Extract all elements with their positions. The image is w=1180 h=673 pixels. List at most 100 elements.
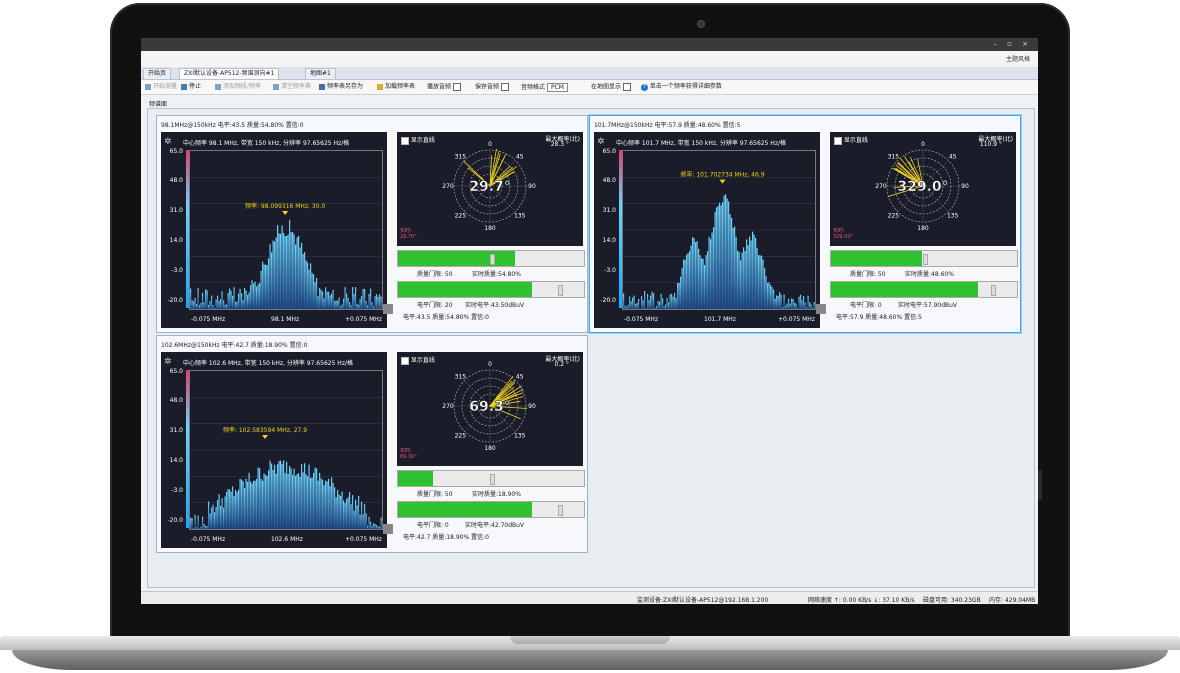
slider-knob[interactable] <box>558 285 563 296</box>
x-label-center: 102.6 MHz <box>271 536 303 543</box>
spectrum-view[interactable]: ✲ 中心频率 102.6 MHz, 带宽 150 kHz, 分辨率 97.656… <box>161 352 393 548</box>
spectrum-bar <box>316 468 318 529</box>
spectrum-bar <box>242 481 244 529</box>
spectrum-bar <box>813 302 815 309</box>
spectrum-bar <box>365 300 367 309</box>
quality-gate-slider[interactable] <box>830 250 1018 267</box>
polar-angle-label: 135 <box>514 213 526 220</box>
slider-knob[interactable] <box>923 254 928 265</box>
spectrum-bar <box>347 297 349 309</box>
spectrum-bar <box>353 293 355 309</box>
show-line-checkbox[interactable] <box>834 136 842 145</box>
clear-freq-button[interactable]: 清空频率表 <box>273 83 311 91</box>
settings-icon[interactable]: ✲ <box>164 137 172 147</box>
panel-footer: 电平:57.9 质量:48.60% 置信:5 <box>836 314 922 321</box>
marker-icon[interactable] <box>282 211 289 216</box>
play-audio-checkbox[interactable] <box>452 83 461 91</box>
show-line-checkbox[interactable] <box>401 356 409 365</box>
tab-map[interactable]: 地图#1 <box>305 68 336 79</box>
spectrum-plot[interactable]: 频率: 102.583594 MHz, 27.9 <box>189 370 383 530</box>
spectrum-plot[interactable]: 频率: 98.099316 MHz, 30.0 <box>189 150 383 310</box>
load-freq-button[interactable]: 加载频率表 <box>377 83 415 91</box>
spectrum-bar <box>340 306 342 309</box>
settings-icon[interactable]: ✲ <box>597 137 605 147</box>
marker-icon[interactable] <box>719 179 726 184</box>
spectrum-bar <box>278 233 280 309</box>
resize-handle[interactable] <box>383 524 393 534</box>
theme-style-button[interactable]: 主题风格 <box>1006 54 1030 63</box>
add-freq-button[interactable]: 添加频段/频率 <box>215 83 261 91</box>
spectrum-bar <box>238 489 240 529</box>
spectrum-bar <box>731 217 733 309</box>
spectrum-bar <box>287 473 289 529</box>
spectrum-bar <box>257 284 259 309</box>
polar-angle-label: 225 <box>888 213 900 220</box>
quality-gate-text: 质量门限: 50 <box>417 491 453 498</box>
spectrum-bar <box>630 301 632 309</box>
df-panel[interactable]: 98.1MHz@150kHz 电平:43.5 质量:54.80% 置信:0 ✲ … <box>156 115 588 333</box>
show-line-checkbox[interactable] <box>401 136 409 145</box>
spectrum-bar <box>350 504 352 529</box>
show-line-toggle[interactable]: 显示直线 <box>401 355 435 365</box>
quality-gate-slider[interactable] <box>397 250 585 267</box>
resize-handle[interactable] <box>816 304 826 314</box>
spectrum-bar <box>214 512 216 529</box>
direction-view[interactable]: 显示直线 最大概率(北) 110.9 ° 0 45 90 135 180 225 270 31… <box>830 132 1016 246</box>
resize-handle[interactable] <box>383 304 393 314</box>
tab-spectrum-df[interactable]: ZXI默认设备-AP512-频谱测向#1 <box>179 68 280 79</box>
spectrum-bar <box>627 304 629 309</box>
spectrum-bar <box>663 306 665 309</box>
direction-view[interactable]: 显示直线 最大概率(北) 0.2 ° 0 45 90 135 180 225 270 315 6… <box>397 352 583 466</box>
spectrum-bar <box>262 480 264 529</box>
spectrum-bar <box>761 255 763 309</box>
slider-knob[interactable] <box>991 285 996 296</box>
save-audio-toggle[interactable]: 保存音频 <box>475 83 509 92</box>
polar-angle-label: 270 <box>442 403 454 410</box>
level-gate-slider[interactable] <box>397 501 585 518</box>
df-panel[interactable]: 101.7MHz@150kHz 电平:57.9 质量:48.60% 置信:5 ✲… <box>589 115 1021 333</box>
play-audio-toggle[interactable]: 播放音频 <box>427 83 461 92</box>
help-icon[interactable]: ? <box>641 84 648 91</box>
marker-icon[interactable] <box>262 434 269 439</box>
spectrum-bar <box>229 288 231 309</box>
audio-format-select[interactable]: PCM <box>546 83 568 92</box>
spectrum-bar <box>374 524 376 529</box>
spectrum-trace: 频率: 102.583594 MHz, 27.9 <box>190 397 382 529</box>
tab-start-page[interactable]: 开始页 <box>143 68 172 79</box>
spectrum-plot[interactable]: 频率: 101.702734 MHz, 46.9 <box>622 150 816 310</box>
settings-icon[interactable]: ✲ <box>164 357 172 367</box>
polar-angle-label: 180 <box>917 225 929 232</box>
spectrum-bar <box>286 461 288 529</box>
spectrum-bar <box>322 479 324 529</box>
spectrum-bar <box>794 302 796 309</box>
df-panel[interactable]: 102.6MHz@150kHz 电平:42.7 质量:18.90% 置信:0 ✲… <box>156 335 588 553</box>
show-line-toggle[interactable]: 显示直线 <box>401 135 435 145</box>
spectrum-view[interactable]: ✲ 中心频率 98.1 MHz, 带宽 150 kHz, 分辨率 97.6562… <box>161 132 393 328</box>
level-gate-slider[interactable] <box>397 281 585 298</box>
level-gate-slider[interactable] <box>830 281 1018 298</box>
polar-angle-label: 225 <box>455 213 467 220</box>
polar-angle-label: 0 <box>921 141 925 148</box>
slider-knob[interactable] <box>490 254 495 265</box>
spectrum-bar <box>235 302 237 309</box>
save-audio-checkbox[interactable] <box>500 83 509 91</box>
save-freq-button[interactable]: 频率表另存为 <box>319 83 363 91</box>
spectrum-bar <box>239 288 241 309</box>
map-show-checkbox[interactable] <box>622 83 631 91</box>
spectrum-trace: 频率: 101.702734 MHz, 46.9 <box>623 171 815 309</box>
map-show-toggle[interactable]: 在地图显示 <box>591 83 631 92</box>
slider-knob[interactable] <box>490 474 495 485</box>
start-measure-button[interactable]: 开始测量 <box>145 83 177 91</box>
spectrum-bar <box>317 296 319 309</box>
polar-plot: 0 45 90 135 180 225 270 315 329.0° <box>875 141 969 232</box>
stop-button[interactable]: 停止 <box>181 83 201 91</box>
direction-view[interactable]: 显示直线 最大概率(北) 28.3 ° 0 45 90 135 180 225 270 315… <box>397 132 583 246</box>
show-line-toggle[interactable]: 显示直线 <box>834 135 868 145</box>
spectrum-view[interactable]: ✲ 中心频率 101.7 MHz, 带宽 150 kHz, 分辨率 97.656… <box>594 132 826 328</box>
quality-gate-slider[interactable] <box>397 470 585 487</box>
slider-knob[interactable] <box>558 505 563 516</box>
window-controls[interactable]: – ▫ × <box>993 40 1032 48</box>
spectrum-bar <box>379 526 381 529</box>
polar-angle-label: 315 <box>888 153 900 160</box>
spectrum-bar <box>221 498 223 529</box>
